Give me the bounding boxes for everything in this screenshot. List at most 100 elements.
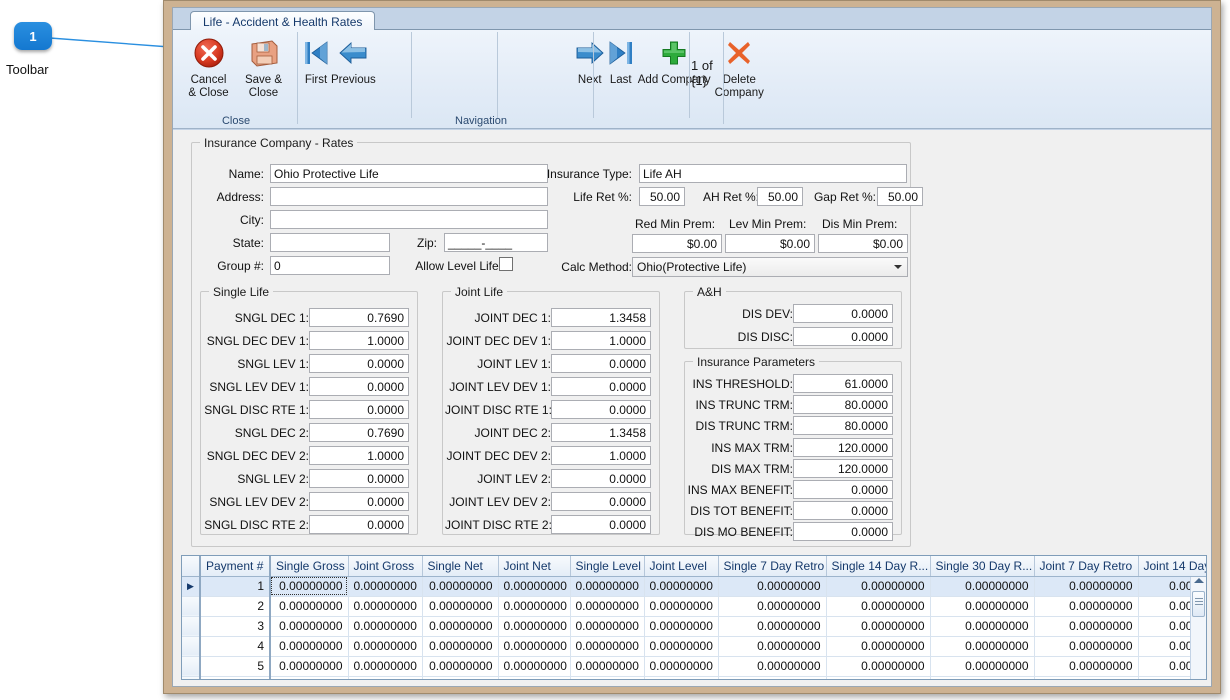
grid-cell[interactable]: 0.00000000 bbox=[348, 616, 423, 637]
grid-cell[interactable]: 0.00000000 bbox=[422, 636, 499, 657]
grid-cell[interactable]: 0.00000000 bbox=[570, 636, 645, 657]
joint-input-3[interactable]: 0.0000 bbox=[551, 377, 651, 396]
payments-data-grid[interactable]: Payment # Single Gross Joint Gross Single N… bbox=[181, 555, 1207, 680]
grid-cell[interactable]: 0.00000000 bbox=[570, 676, 645, 679]
grid-cell[interactable]: 0.00000000 bbox=[1034, 576, 1139, 597]
sngl-input-0[interactable]: 0.7690 bbox=[309, 308, 409, 327]
grid-cell[interactable]: 0.00000000 bbox=[644, 636, 719, 657]
city-input[interactable] bbox=[270, 210, 548, 229]
joint-input-0[interactable]: 1.3458 bbox=[551, 308, 651, 327]
state-input[interactable] bbox=[270, 233, 390, 252]
grid-column-header-3[interactable]: Single Net bbox=[422, 556, 499, 577]
sngl-input-8[interactable]: 0.0000 bbox=[309, 492, 409, 511]
sngl-input-9[interactable]: 0.0000 bbox=[309, 515, 409, 534]
grid-cell[interactable]: 0.00000000 bbox=[570, 576, 645, 597]
grid-cell[interactable]: 0.00000000 bbox=[644, 616, 719, 637]
next-button[interactable]: Next bbox=[574, 30, 606, 87]
grid-cell[interactable]: 0.00000000 bbox=[1034, 656, 1139, 677]
grid-cell[interactable]: 0.00000000 bbox=[422, 656, 499, 677]
grid-cell-payment-number[interactable]: 6 bbox=[200, 676, 271, 679]
grid-cell[interactable]: 0.00000000 bbox=[498, 656, 571, 677]
group-number-input[interactable]: 0 bbox=[270, 256, 390, 275]
sngl-input-1[interactable]: 1.0000 bbox=[309, 331, 409, 350]
grid-row-selector[interactable] bbox=[182, 636, 201, 657]
tab-life-accident-health-rates[interactable]: Life - Accident & Health Rates bbox=[190, 11, 376, 31]
grid-cell[interactable]: 0.00000000 bbox=[348, 676, 423, 679]
cancel-and-close-button[interactable]: Cancel & Close bbox=[181, 30, 236, 100]
grid-cell[interactable]: 0.00000000 bbox=[644, 656, 719, 677]
joint-input-2[interactable]: 0.0000 bbox=[551, 354, 651, 373]
grid-cell[interactable]: 0.00000000 bbox=[718, 636, 827, 657]
sngl-input-3[interactable]: 0.0000 bbox=[309, 377, 409, 396]
grid-cell[interactable]: 0.00000000 bbox=[270, 656, 349, 677]
joint-input-8[interactable]: 0.0000 bbox=[551, 492, 651, 511]
grid-cell[interactable]: 0.00000000 bbox=[826, 636, 931, 657]
joint-input-1[interactable]: 1.0000 bbox=[551, 331, 651, 350]
grid-cell[interactable]: 0.00000000 bbox=[1034, 676, 1139, 679]
table-row[interactable]: 60.000000000.000000000.000000000.0000000… bbox=[182, 676, 1206, 679]
ah-input-1[interactable]: 0.0000 bbox=[793, 327, 893, 346]
grid-cell[interactable]: 0.00000000 bbox=[826, 576, 931, 597]
grid-cell[interactable]: 0.00000000 bbox=[930, 656, 1035, 677]
grid-cell[interactable]: 0.00000000 bbox=[270, 676, 349, 679]
name-input[interactable]: Ohio Protective Life bbox=[270, 164, 548, 183]
grid-cell[interactable]: 0.00000000 bbox=[1034, 596, 1139, 617]
grid-cell[interactable]: 0.00000000 bbox=[826, 616, 931, 637]
grid-column-header-1[interactable]: Single Gross bbox=[270, 556, 349, 577]
grid-column-header-7[interactable]: Single 7 Day Retro bbox=[718, 556, 827, 577]
grid-cell[interactable]: 0.00000000 bbox=[718, 596, 827, 617]
ah-input-0[interactable]: 0.0000 bbox=[793, 304, 893, 323]
sngl-input-4[interactable]: 0.0000 bbox=[309, 400, 409, 419]
grid-cell[interactable]: 0.00000000 bbox=[570, 656, 645, 677]
grid-row-selector[interactable] bbox=[182, 676, 201, 679]
address-input[interactable] bbox=[270, 187, 548, 206]
grid-cell[interactable]: 0.00000000 bbox=[498, 636, 571, 657]
sngl-input-2[interactable]: 0.0000 bbox=[309, 354, 409, 373]
grid-column-header-4[interactable]: Joint Net bbox=[498, 556, 571, 577]
grid-cell[interactable]: 0.00000000 bbox=[826, 596, 931, 617]
joint-input-9[interactable]: 0.0000 bbox=[551, 515, 651, 534]
grid-column-header-8[interactable]: Single 14 Day R... bbox=[826, 556, 931, 577]
grid-cell[interactable]: 0.00000000 bbox=[570, 616, 645, 637]
grid-cell[interactable]: 0.00000000 bbox=[930, 576, 1035, 597]
grid-column-header-9[interactable]: Single 30 Day R... bbox=[930, 556, 1035, 577]
last-button[interactable]: Last bbox=[606, 30, 636, 87]
grid-cell-payment-number[interactable]: 4 bbox=[200, 636, 271, 657]
grid-cell[interactable]: 0.00000000 bbox=[348, 656, 423, 677]
table-row[interactable]: 2 0.00000000 0.00000000 0.00000000 0.0000000… bbox=[182, 596, 1206, 617]
joint-input-4[interactable]: 0.0000 bbox=[551, 400, 651, 419]
insparam-input-3[interactable]: 120.0000 bbox=[793, 437, 893, 457]
delete-company-button[interactable]: Delete Company bbox=[715, 30, 764, 100]
grid-cell[interactable]: 0.00000000 bbox=[498, 616, 571, 637]
life-ret-input[interactable]: 50.00 bbox=[639, 187, 685, 206]
ah-ret-input[interactable]: 50.00 bbox=[757, 187, 803, 206]
grid-cell[interactable]: 0.00000000 bbox=[422, 596, 499, 617]
table-row[interactable]: 5 0.00000000 0.00000000 0.00000000 0.0000000… bbox=[182, 656, 1206, 677]
grid-cell[interactable]: 0.00000000 bbox=[570, 596, 645, 617]
grid-cell[interactable]: 0.00000000 bbox=[1034, 636, 1139, 657]
grid-cell[interactable]: 0.00000000 bbox=[718, 576, 827, 597]
joint-input-6[interactable]: 1.0000 bbox=[551, 446, 651, 465]
grid-cell[interactable]: 0.00000000 bbox=[498, 576, 571, 597]
grid-row-selector[interactable] bbox=[182, 616, 201, 637]
grid-cell[interactable]: 0.00000000 bbox=[718, 616, 827, 637]
grid-cell[interactable]: 0.00000000 bbox=[498, 676, 571, 679]
grid-column-header-6[interactable]: Joint Level bbox=[644, 556, 719, 577]
insparam-input-2[interactable]: 80.0000 bbox=[793, 416, 893, 436]
scrollbar-thumb[interactable] bbox=[1192, 591, 1205, 617]
grid-column-header-5[interactable]: Single Level bbox=[570, 556, 645, 577]
insparam-input-5[interactable]: 0.0000 bbox=[793, 480, 893, 499]
grid-cell[interactable]: 0.00000000 bbox=[270, 596, 349, 617]
previous-button[interactable]: Previous bbox=[331, 30, 376, 87]
grid-cell[interactable]: 0.00000000 bbox=[644, 676, 719, 679]
grid-cell[interactable]: 0.00000000 bbox=[644, 596, 719, 617]
table-row[interactable]: 4 0.00000000 0.00000000 0.00000000 0.0000000… bbox=[182, 636, 1206, 657]
grid-cell[interactable]: 0.00000000 bbox=[930, 616, 1035, 637]
grid-cell[interactable]: 0.00000000 bbox=[348, 596, 423, 617]
allow-level-life-checkbox[interactable] bbox=[499, 257, 513, 271]
grid-cell-payment-number[interactable]: 2 bbox=[200, 596, 271, 617]
insurance-type-input[interactable]: Life AH bbox=[639, 164, 907, 183]
grid-row-selector[interactable]: ▶ bbox=[182, 576, 201, 597]
zip-input[interactable]: _____-____ bbox=[444, 233, 548, 252]
scroll-up-arrow-icon[interactable] bbox=[1194, 578, 1204, 583]
